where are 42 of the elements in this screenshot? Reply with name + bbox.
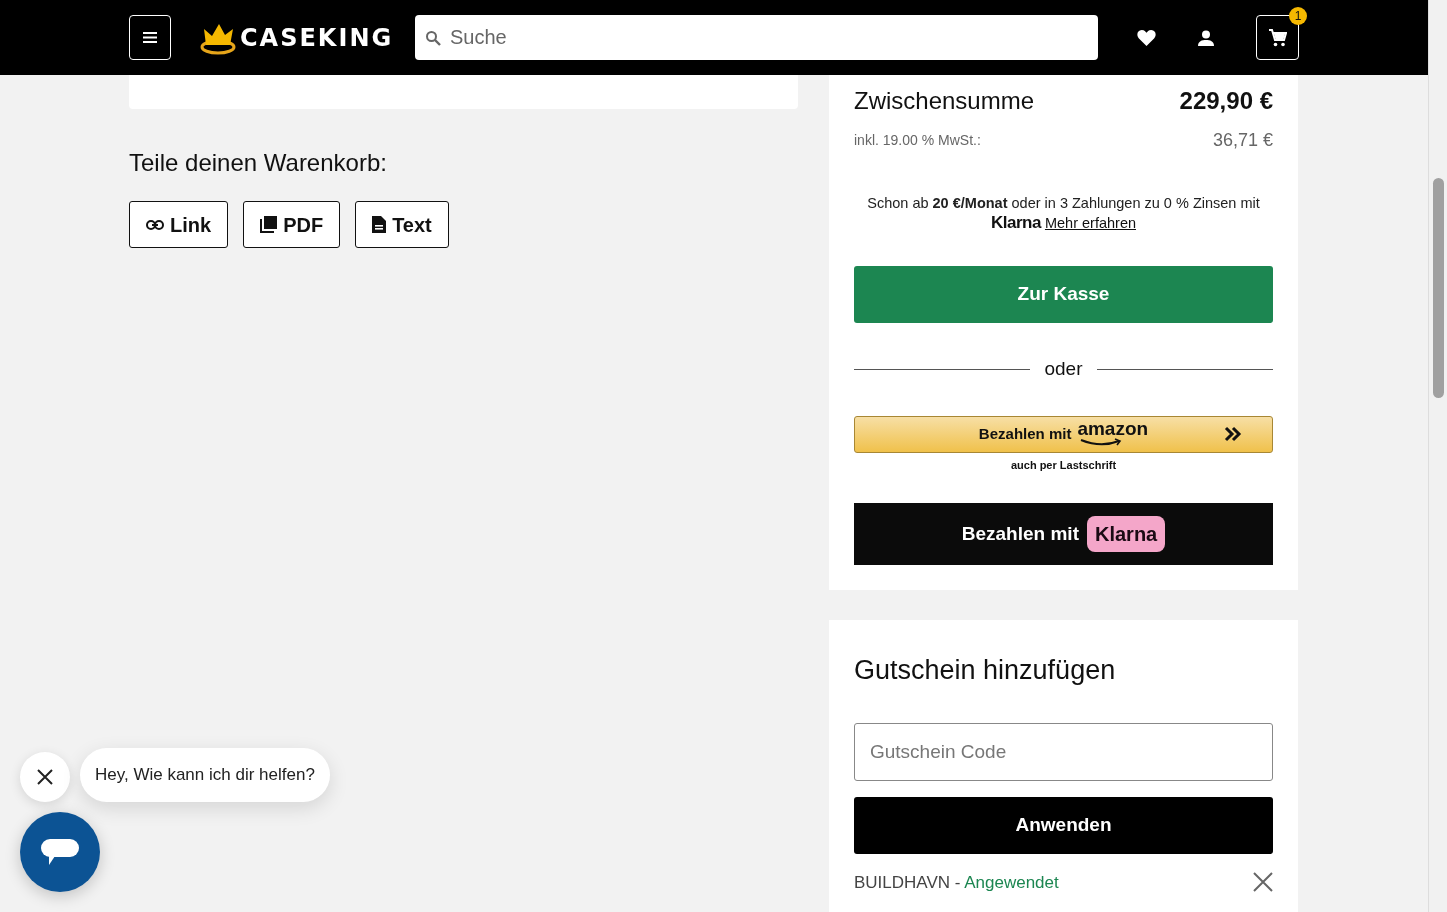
pdf-file-icon [260,216,278,233]
link-icon [146,219,164,230]
close-icon [37,769,53,785]
double-chevron-icon [1224,425,1242,442]
apply-button[interactable]: Anwenden [854,796,1273,854]
menu-button[interactable] [129,15,171,60]
document-icon [372,216,387,233]
divider-text: oder [1044,357,1083,381]
coupon-code-field[interactable]: Gutschein Code [854,722,1273,781]
close-button[interactable] [20,752,70,802]
subtotal-value: 229,90 € [1179,86,1273,116]
klarna-logo: Klarna [991,213,1041,232]
wishlist-button[interactable] [1137,29,1156,46]
cart-icon [1268,28,1287,47]
applied-coupon-text: BUILDHAVN - Angewendet [854,871,1059,894]
checkout-button[interactable]: Zur Kasse [854,266,1273,323]
search-field[interactable]: Suche [415,15,1098,60]
close-icon [1253,872,1273,893]
account-button[interactable] [1198,29,1214,46]
financing-text: Schon ab 20 €/Monat oder in 3 Zahlungen zu 0 % Zinsen mit [866,194,1261,213]
tax-label: inkl. 19.00 % MwSt.: [854,131,981,150]
heart-icon [1137,29,1156,46]
close-button[interactable] [1253,872,1273,893]
coupon-heading: Gutschein hinzufügen [854,654,1117,687]
share-heading: Teile deinen Warenkorb: [129,148,388,178]
chat-button[interactable] [20,812,100,892]
menu-icon [143,32,157,43]
share-pdf-button[interactable]: PDF [243,201,341,248]
tax-value: 36,71 € [1212,129,1273,152]
smile-arrow-icon [1079,438,1124,446]
person-icon [1198,29,1214,46]
scrollbar[interactable] [1428,0,1447,912]
subtotal-label: Zwischensumme [854,86,1035,116]
amazon-pay-note: auch per Lastschrift [1009,457,1118,473]
share-text-button[interactable]: Text [355,201,449,248]
amazon-pay-button[interactable]: Bezahlen mit amazon [854,415,1273,453]
chat-message-bubble: Hey, Wie kann ich dir helfen? [80,748,330,802]
share-link-button[interactable]: Link [129,201,229,248]
klarna-pay-button[interactable]: Bezahlen mit Klarna [854,503,1273,565]
learn-more-link[interactable]: Mehr erfahren [1044,215,1136,231]
cart-count-badge: 1 [1289,7,1307,25]
logo-text[interactable]: CASEKING [240,19,394,56]
